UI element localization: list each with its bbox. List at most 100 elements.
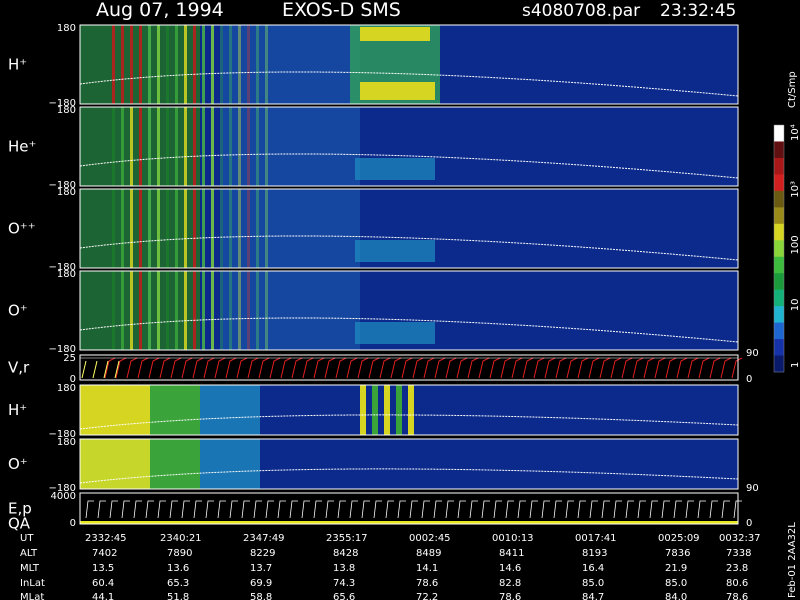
heatmap-stripe (175, 189, 178, 268)
heatmap-region (150, 385, 200, 435)
colorbar: 1 10 100 10³ 10⁴ (773, 124, 800, 373)
right-tick-label: 90 (746, 348, 759, 359)
heatmap-region (200, 385, 260, 435)
table-cell: 0025:09 (658, 533, 700, 544)
header-instrument: EXOS-D SMS (282, 0, 401, 21)
heatmap-region (220, 189, 360, 268)
heatmap-stripe (211, 271, 214, 350)
heatmap-stripe (157, 189, 160, 268)
colorbar-segment (774, 289, 784, 307)
colorbar-segment (774, 157, 784, 175)
header-time: 23:32:45 (660, 1, 736, 21)
heatmap-stripe (139, 189, 142, 268)
panel-label: He⁺ (8, 138, 36, 156)
panel-label: V,r (8, 359, 30, 377)
vertical-stamp: Feb-01 2AA32L (787, 522, 798, 598)
heatmap-stripe (157, 25, 160, 104)
heatmap-stripe (396, 385, 402, 435)
heatmap-stripe (112, 271, 115, 350)
heatmap-stripe (372, 385, 378, 435)
table-cell: 13.5 (92, 563, 114, 574)
heatmap-stripe (139, 25, 142, 104)
table-cell: 13.7 (250, 563, 272, 574)
spectrogram-plot: Aug 07, 1994 EXOS-D SMS s4080708.par 23:… (8, 0, 800, 600)
table-cell: 72.2 (416, 592, 438, 600)
heatmap-stripe (166, 189, 169, 268)
heatmap-region (360, 82, 435, 100)
heatmap-region (220, 107, 360, 186)
header-date: Aug 07, 1994 (96, 0, 224, 21)
table-cell: 0010:13 (492, 533, 534, 544)
table-cell: 78.6 (416, 578, 438, 589)
heatmap-stripe (121, 107, 124, 186)
header-file: s4080708.par (522, 1, 640, 21)
heatmap-stripe (139, 107, 142, 186)
heatmap-stripe (184, 271, 187, 350)
colorbar-tick-label: 1 (790, 362, 800, 368)
table-cell: 69.9 (250, 578, 272, 589)
colorbar-tick-label: 100 (790, 235, 800, 254)
colorbar-tick-label: 10⁴ (790, 124, 800, 141)
table-cell: 8193 (582, 548, 607, 559)
table-cell: 58.8 (250, 592, 272, 600)
right-tick-label: 0 (746, 518, 752, 529)
table-cell: 0017:41 (575, 533, 617, 544)
colorbar-segment (774, 339, 784, 357)
colorbar-segment (774, 306, 784, 324)
table-cell: 2355:17 (326, 533, 368, 544)
heatmap-region (355, 158, 435, 180)
table-cell: 16.4 (582, 563, 604, 574)
colorbar-tick-label: 10³ (790, 181, 800, 198)
colorbar-segment (774, 355, 784, 373)
y-tick-label: 180 (57, 187, 76, 198)
heatmap-region (200, 439, 260, 489)
heatmap-stripe (148, 189, 151, 268)
table-cell: 21.9 (665, 563, 687, 574)
heatmap-stripe (121, 189, 124, 268)
heatmap-region (360, 27, 430, 41)
heatmap-stripe (148, 25, 151, 104)
y-tick-label: 180 (57, 437, 76, 448)
table-cell: 8229 (250, 548, 275, 559)
table-cell: 78.6 (499, 592, 521, 600)
y-tick-label: 4000 (51, 491, 76, 502)
panel-label: O⁺ (8, 455, 28, 473)
table-cell: 0002:45 (409, 533, 451, 544)
heatmap-stripe (148, 107, 151, 186)
heatmap-stripe (193, 25, 196, 104)
heatmap-stripe (175, 107, 178, 186)
y-tick-label: 180 (57, 23, 76, 34)
y-tick-label: 180 (57, 383, 76, 394)
table-cell: 2347:49 (243, 533, 285, 544)
table-cell: 7338 (726, 548, 751, 559)
table-cell: 2340:21 (160, 533, 202, 544)
table-cell: 2332:45 (85, 533, 127, 544)
table-cell: 85.0 (582, 578, 604, 589)
table-cell: 44.1 (92, 592, 114, 600)
table-cell: 14.6 (499, 563, 521, 574)
heatmap-stripe (211, 25, 214, 104)
table-cell: 7836 (665, 548, 690, 559)
heatmap-stripe (139, 271, 142, 350)
heatmap-region (220, 271, 360, 350)
panel-label: QA (8, 515, 31, 533)
table-cell: 13.6 (167, 563, 189, 574)
table-row-label: InLat (20, 578, 45, 589)
y-tick-label: 25 (63, 353, 76, 364)
colorbar-segment (774, 240, 784, 258)
heatmap-stripe (211, 107, 214, 186)
panel-label: O⁺ (8, 302, 28, 320)
table-cell: 8411 (499, 548, 524, 559)
table-row-label: UT (20, 533, 34, 544)
table-cell: 8489 (416, 548, 441, 559)
heatmap-stripe (166, 271, 169, 350)
heatmap-stripe (202, 25, 205, 104)
heatmap-stripe (193, 107, 196, 186)
heatmap-stripe (175, 271, 178, 350)
y-tick-label: 0 (70, 518, 76, 529)
heatmap-region (355, 322, 435, 344)
panel-group: H⁺180−180He⁺180−180O⁺⁺180−180O⁺180−180V,… (8, 23, 759, 533)
colorbar-segment (774, 207, 784, 225)
colorbar-segment (774, 256, 784, 274)
table-cell: 7890 (167, 548, 192, 559)
